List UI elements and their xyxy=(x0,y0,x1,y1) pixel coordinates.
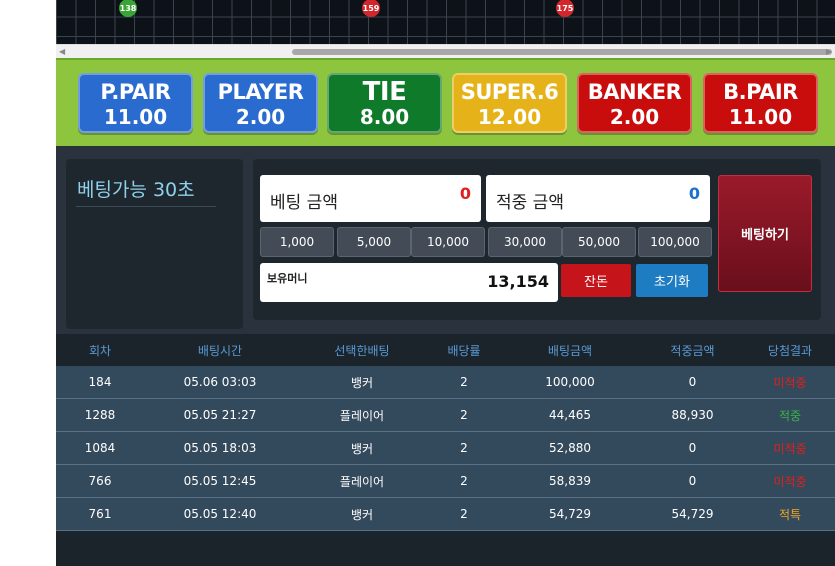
win-cell: 0 xyxy=(688,441,697,455)
bet-name: SUPER.6 xyxy=(460,80,559,104)
odds-cell: 2 xyxy=(460,441,468,455)
time-cell: 05.05 21:27 xyxy=(183,408,257,422)
baccarat-app: 138 159 175 ◀ ▶ P.PAIR 11.00 PLAYER 2.00… xyxy=(56,0,835,566)
result-cell: 적특 xyxy=(778,507,802,522)
column-header: 배팅금액 xyxy=(547,343,593,358)
pick-cell: 뱅커 xyxy=(350,375,374,390)
result-cell: 적중 xyxy=(778,408,802,423)
odds-cell: 2 xyxy=(460,474,468,488)
win-amount-value: 0 xyxy=(688,184,700,203)
odds-cell: 2 xyxy=(460,507,468,521)
bet-amount-label: 베팅 금액 xyxy=(270,193,338,213)
bet-amount-field: 베팅 금액 0 xyxy=(260,175,481,222)
bet-name: PLAYER xyxy=(217,80,304,104)
column-header: 적중금액 xyxy=(670,343,715,358)
win-cell: 88,930 xyxy=(671,408,714,422)
chip-1000-button[interactable]: 1,000 xyxy=(260,227,334,257)
pick-cell: 뱅커 xyxy=(350,507,374,522)
reset-button[interactable]: 초기화 xyxy=(636,264,708,297)
pick-cell: 플레이어 xyxy=(339,408,385,423)
round-cell: 766 xyxy=(88,474,112,488)
amount-cell: 100,000 xyxy=(545,375,595,389)
amount-cell: 52,880 xyxy=(549,441,591,455)
bet-name: TIE xyxy=(362,77,407,107)
horizontal-scrollbar[interactable]: ◀ ▶ xyxy=(56,44,835,58)
result-cell: 미적중 xyxy=(773,375,807,390)
odds-cell: 2 xyxy=(460,408,468,422)
bet-ppair-button[interactable]: P.PAIR 11.00 xyxy=(78,73,193,133)
win-cell: 0 xyxy=(688,375,697,389)
result-cell: 미적중 xyxy=(773,441,807,456)
bet-options-bar: P.PAIR 11.00 PLAYER 2.00 TIE 8.00 SUPER.… xyxy=(56,58,835,146)
betting-timer: 베팅가능 30초 xyxy=(77,179,195,201)
chip-10000-button[interactable]: 10,000 xyxy=(411,227,485,257)
win-amount-field: 적중 금액 0 xyxy=(486,175,710,222)
bead-marker: 175 xyxy=(556,0,574,17)
bet-banker-button[interactable]: BANKER 2.00 xyxy=(577,73,692,133)
time-cell: 05.05 12:45 xyxy=(183,474,257,488)
bet-odds: 2.00 xyxy=(235,105,286,129)
column-header: 선택한배팅 xyxy=(334,343,390,358)
amount-cell: 58,839 xyxy=(549,474,591,488)
table-row: 766 05.05 12:45 플레이어 2 58,839 0 미적중 xyxy=(56,465,835,498)
bet-odds: 11.00 xyxy=(103,105,168,129)
round-cell: 184 xyxy=(88,375,112,389)
bet-name: P.PAIR xyxy=(100,80,171,104)
chip-50000-button[interactable]: 50,000 xyxy=(562,227,636,257)
bet-odds: 8.00 xyxy=(359,105,410,129)
balance-label: 보유머니 xyxy=(267,272,308,285)
bet-bpair-button[interactable]: B.PAIR 11.00 xyxy=(703,73,818,133)
bet-super6-button[interactable]: SUPER.6 12.00 xyxy=(452,73,567,133)
scroll-left-icon[interactable]: ◀ xyxy=(59,47,65,56)
chip-30000-button[interactable]: 30,000 xyxy=(488,227,562,257)
table-row: 1084 05.05 18:03 뱅커 2 52,880 0 미적중 xyxy=(56,432,835,465)
time-cell: 05.05 12:40 xyxy=(183,507,257,521)
bet-player-button[interactable]: PLAYER 2.00 xyxy=(203,73,318,133)
time-cell: 05.06 03:03 xyxy=(183,375,257,389)
pick-cell: 뱅커 xyxy=(350,441,374,456)
table-row: 1288 05.05 21:27 플레이어 2 44,465 88,930 적중 xyxy=(56,399,835,432)
bet-name: B.PAIR xyxy=(723,80,798,104)
bet-odds: 2.00 xyxy=(609,105,660,129)
column-header: 회차 xyxy=(88,343,112,358)
odds-cell: 2 xyxy=(460,375,468,389)
round-cell: 1288 xyxy=(84,408,116,422)
table-row: 761 05.05 12:40 뱅커 2 54,729 54,729 적특 xyxy=(56,498,835,531)
bead-road: 138 159 175 xyxy=(56,0,835,44)
result-cell: 미적중 xyxy=(773,474,807,489)
scroll-right-icon[interactable]: ▶ xyxy=(826,47,832,56)
column-header: 배당률 xyxy=(447,343,481,358)
time-cell: 05.05 18:03 xyxy=(183,441,257,455)
amount-cell: 54,729 xyxy=(549,507,591,521)
table-row: 184 05.06 03:03 뱅커 2 100,000 0 미적중 xyxy=(56,366,835,399)
win-cell: 54,729 xyxy=(671,507,714,521)
table-header: 회차 배팅시간 선택한배팅 배당률 배팅금액 적중금액 당첨결과 xyxy=(56,334,835,366)
bead-marker: 138 xyxy=(119,0,137,17)
round-cell: 1084 xyxy=(84,441,116,455)
bead-marker: 159 xyxy=(362,0,380,17)
divider xyxy=(76,206,216,207)
win-cell: 0 xyxy=(688,474,697,488)
change-button[interactable]: 잔돈 xyxy=(561,264,631,297)
bet-name: BANKER xyxy=(587,80,682,104)
balance-field: 보유머니 13,154 xyxy=(260,263,558,302)
bet-amount-value: 0 xyxy=(459,184,471,203)
timer-box: 베팅가능 30초 xyxy=(66,159,243,329)
chip-5000-button[interactable]: 5,000 xyxy=(337,227,411,257)
place-bet-button[interactable]: 베팅하기 xyxy=(718,175,812,292)
column-header: 배팅시간 xyxy=(197,343,243,358)
column-header: 당첨결과 xyxy=(767,343,813,358)
bet-odds: 11.00 xyxy=(728,105,793,129)
pick-cell: 플레이어 xyxy=(339,474,385,489)
win-amount-label: 적중 금액 xyxy=(496,193,564,213)
amount-cell: 44,465 xyxy=(549,408,591,422)
bet-odds: 12.00 xyxy=(477,105,542,129)
chip-100000-button[interactable]: 100,000 xyxy=(638,227,712,257)
bet-tie-button[interactable]: TIE 8.00 xyxy=(327,73,442,133)
scrollbar-thumb[interactable] xyxy=(292,49,832,55)
balance-value: 13,154 xyxy=(487,272,549,291)
bet-history-table: 회차 배팅시간 선택한배팅 배당률 배팅금액 적중금액 당첨결과 184 05.0… xyxy=(56,334,835,531)
round-cell: 761 xyxy=(88,507,112,521)
